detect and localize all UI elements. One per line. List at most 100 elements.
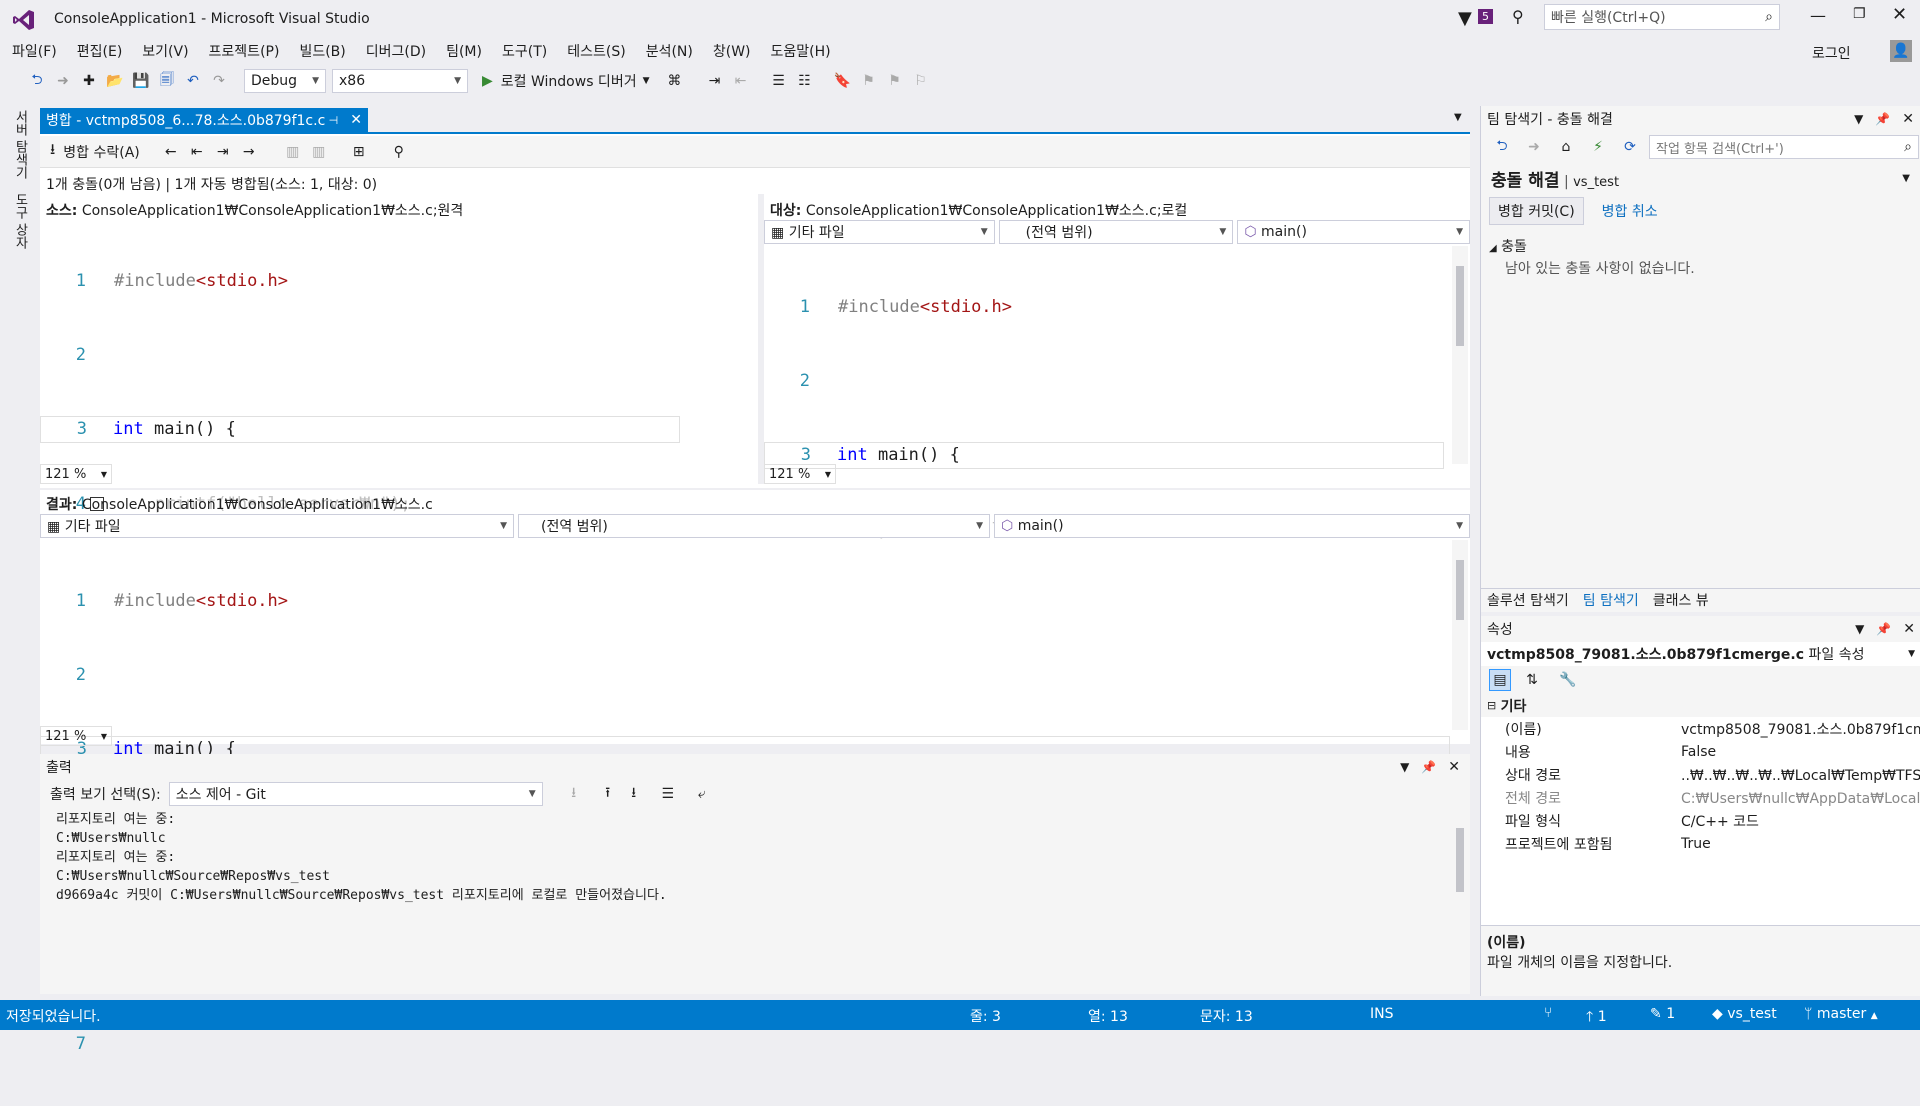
forward-icon[interactable]: ➜ <box>52 70 74 92</box>
menu-file[interactable]: 파일(F) <box>2 38 67 66</box>
property-category[interactable]: ⊟ 기타 <box>1481 694 1920 717</box>
back-icon[interactable]: ⮌ <box>1491 136 1513 158</box>
prev-message-icon[interactable]: ⭱ <box>597 783 619 805</box>
property-value[interactable]: vctmp8508_79081.소스.0b879f1cmerge.c <box>1681 719 1920 739</box>
source-code-pane[interactable]: 1 #include<stdio.h> 2 3 int main() { 4 pri… <box>40 220 757 734</box>
commit-merge-button[interactable]: 병합 커밋(C) <box>1489 197 1584 225</box>
menu-window[interactable]: 창(W) <box>703 38 761 66</box>
chevron-down-icon[interactable]: ▼ <box>1902 173 1910 184</box>
close-icon[interactable]: ✕ <box>1448 759 1460 775</box>
next-bookmark-icon[interactable]: ⚑ <box>884 70 906 92</box>
close-icon[interactable]: ✕ <box>1902 111 1914 127</box>
result-scope-dropdown[interactable]: (전역 범위) ▼ <box>518 514 990 538</box>
target-scrollbar[interactable] <box>1452 246 1468 464</box>
output-text[interactable]: 리포지토리 여는 중: C:₩Users₩nullc 리포지토리 여는 중: C… <box>40 810 1450 990</box>
work-item-search[interactable]: 작업 항목 검색(Ctrl+') ⌕ <box>1649 135 1919 159</box>
menu-help[interactable]: 도움말(H) <box>761 38 841 66</box>
save-all-icon[interactable]: 🗐 <box>156 70 178 92</box>
maximize-button[interactable]: ❐ <box>1853 6 1866 22</box>
target-func-dropdown[interactable]: ⬡ main() ▼ <box>1237 220 1470 244</box>
property-value[interactable]: True <box>1681 836 1920 852</box>
close-icon[interactable]: ✕ <box>1903 621 1915 637</box>
next-message-icon[interactable]: ⭳ <box>623 783 645 805</box>
properties-object-selector[interactable]: vctmp8508_79081.소스.0b879f1cmerge.c 파일 속성… <box>1481 642 1920 666</box>
login-link[interactable]: 로그인 <box>1812 43 1851 63</box>
repo-button[interactable]: ◆ vs_test <box>1712 1006 1777 1022</box>
menu-view[interactable]: 보기(V) <box>132 38 198 66</box>
forward-icon[interactable]: ➜ <box>1523 136 1545 158</box>
home-icon[interactable]: ⌂ <box>1555 136 1577 158</box>
property-value[interactable]: C/C++ 코드 <box>1681 811 1920 831</box>
menu-debug[interactable]: 디버그(D) <box>356 38 436 66</box>
tab-solution-explorer[interactable]: 솔루션 탐색기 <box>1487 590 1569 610</box>
result-code-pane[interactable]: 1#include<stdio.h> 2 3int main() { 4 pri… <box>40 540 1450 1054</box>
tab-team-explorer[interactable]: 팀 탐색기 <box>1583 590 1639 610</box>
take-source-icon[interactable]: ▥ <box>282 141 304 163</box>
quick-launch-input[interactable]: 빠른 실행(Ctrl+Q) <box>1551 7 1666 27</box>
prev-bookmark-icon[interactable]: ⚑ <box>858 70 880 92</box>
save-icon[interactable]: 💾 <box>130 70 152 92</box>
pin-icon[interactable]: 📌 <box>1876 622 1891 636</box>
close-button[interactable]: ✕ <box>1892 4 1907 25</box>
menu-edit[interactable]: 편집(E) <box>67 38 133 66</box>
categorized-icon[interactable]: ▤ <box>1489 669 1511 691</box>
word-wrap-icon[interactable]: ⤶ <box>691 783 713 805</box>
uncomment-icon[interactable]: ☷ <box>794 70 816 92</box>
platform-dropdown[interactable]: x86 ▼ <box>332 69 468 93</box>
property-row[interactable]: (이름) vctmp8508_79081.소스.0b879f1cmerge.c <box>1481 717 1920 740</box>
target-code-pane[interactable]: 1#include<stdio.h> 2 3int main() { 4 pri… <box>764 246 1448 687</box>
connect-icon[interactable]: ⚡ <box>1587 136 1609 158</box>
output-source-dropdown[interactable]: 소스 제어 - Git ▼ <box>168 782 543 806</box>
avatar[interactable]: 👤 <box>1890 40 1912 62</box>
publish-button[interactable]: 🡑 1 <box>1586 1006 1607 1030</box>
pin-icon[interactable]: 📌 <box>1421 760 1436 774</box>
chevron-down-icon[interactable]: ▼ <box>1854 112 1863 126</box>
find-in-files-icon[interactable]: ⌘ <box>664 70 686 92</box>
compare-options-icon[interactable]: ⚲ <box>388 141 410 163</box>
filter-icon[interactable]: ▼ <box>1458 8 1472 29</box>
chevron-down-icon[interactable]: ▼ <box>1400 760 1409 774</box>
feedback-icon[interactable]: ⚲ <box>1512 7 1524 26</box>
horizontal-splitter[interactable] <box>40 488 1470 490</box>
back-icon[interactable]: ⮌ <box>26 70 48 92</box>
notification-badge[interactable]: 5 <box>1478 9 1493 24</box>
start-debug-button[interactable]: ▶ 로컬 Windows 디버거 ▼ <box>482 71 650 91</box>
bookmark-icon[interactable]: 🔖 <box>832 70 854 92</box>
first-conflict-icon[interactable]: ⇤ <box>186 141 208 163</box>
take-target-icon[interactable]: ▥ <box>308 141 330 163</box>
property-row[interactable]: 전체 경로 C:₩Users₩nullc₩AppData₩Local₩Temp₩T… <box>1481 786 1920 809</box>
result-zoom[interactable]: 121 % ▼ <box>40 726 112 746</box>
tab-class-view[interactable]: 클래스 뷰 <box>1653 590 1709 610</box>
new-project-icon[interactable]: ✚ <box>78 70 100 92</box>
output-scrollbar[interactable] <box>1452 810 1468 990</box>
step-icon[interactable]: ⇥ <box>704 70 726 92</box>
menu-tools[interactable]: 도구(T) <box>492 38 557 66</box>
clear-all-icon[interactable]: ☰ <box>657 783 679 805</box>
find-message-icon[interactable]: ⭳ <box>563 783 585 805</box>
comment-icon[interactable]: ☰ <box>768 70 790 92</box>
property-value[interactable]: C:₩Users₩nullc₩AppData₩Local₩Temp₩TFSTem… <box>1681 788 1920 808</box>
target-file-type-dropdown[interactable]: ▦ 기타 파일 ▼ <box>764 220 995 244</box>
pin-icon[interactable]: 📌 <box>1875 112 1890 126</box>
undo-icon[interactable]: ↶ <box>182 70 204 92</box>
work-item-search-input[interactable]: 작업 항목 검색(Ctrl+') <box>1656 138 1784 157</box>
open-file-icon[interactable]: 📂 <box>104 70 126 92</box>
alphabetical-icon[interactable]: ⇅ <box>1521 669 1543 691</box>
branch-button[interactable]: ᛘ master ▲ <box>1804 1006 1878 1022</box>
prev-conflict-icon[interactable]: ← <box>160 141 182 163</box>
redo-icon[interactable]: ↷ <box>208 70 230 92</box>
result-file-type-dropdown[interactable]: ▦ 기타 파일 ▼ <box>40 514 514 538</box>
property-pages-icon[interactable]: 🔧 <box>1557 669 1579 691</box>
result-scrollbar[interactable] <box>1452 540 1468 730</box>
abort-merge-link[interactable]: 병합 취소 <box>1602 201 1658 221</box>
refresh-icon[interactable]: ⟳ <box>1619 136 1641 158</box>
toggle-icon[interactable]: ⇤ <box>730 70 752 92</box>
target-zoom[interactable]: 121 % ▼ <box>764 464 836 484</box>
menu-test[interactable]: 테스트(S) <box>557 38 635 66</box>
clear-bookmark-icon[interactable]: ⚐ <box>910 70 932 92</box>
minimize-button[interactable]: — <box>1810 6 1826 25</box>
scroll-thumb[interactable] <box>1456 828 1464 892</box>
menu-analyze[interactable]: 분석(N) <box>636 38 703 66</box>
pin-icon[interactable]: ⊣ <box>329 114 339 127</box>
source-zoom[interactable]: 121 % ▼ <box>40 464 112 484</box>
